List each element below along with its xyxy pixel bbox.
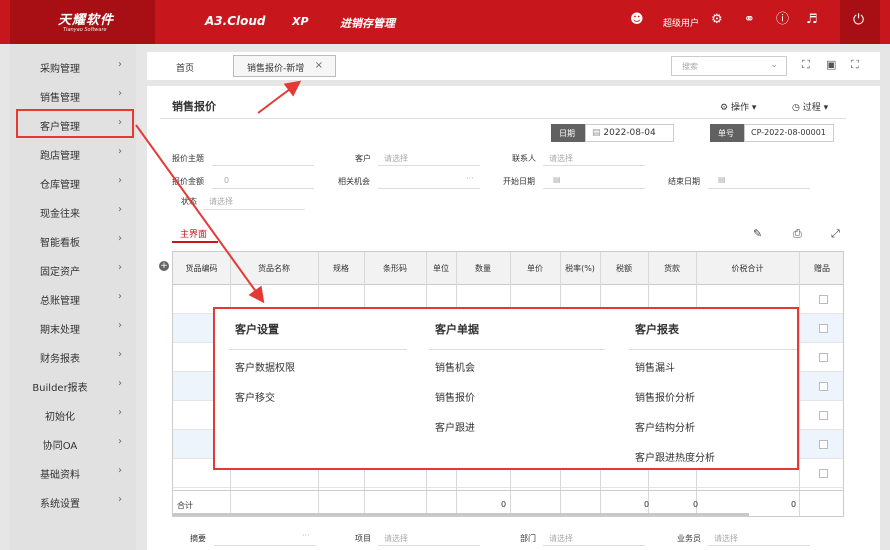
arrow-to-submenu — [135, 124, 265, 304]
arrow-to-tab — [257, 80, 302, 114]
annotation-arrows — [135, 80, 302, 304]
